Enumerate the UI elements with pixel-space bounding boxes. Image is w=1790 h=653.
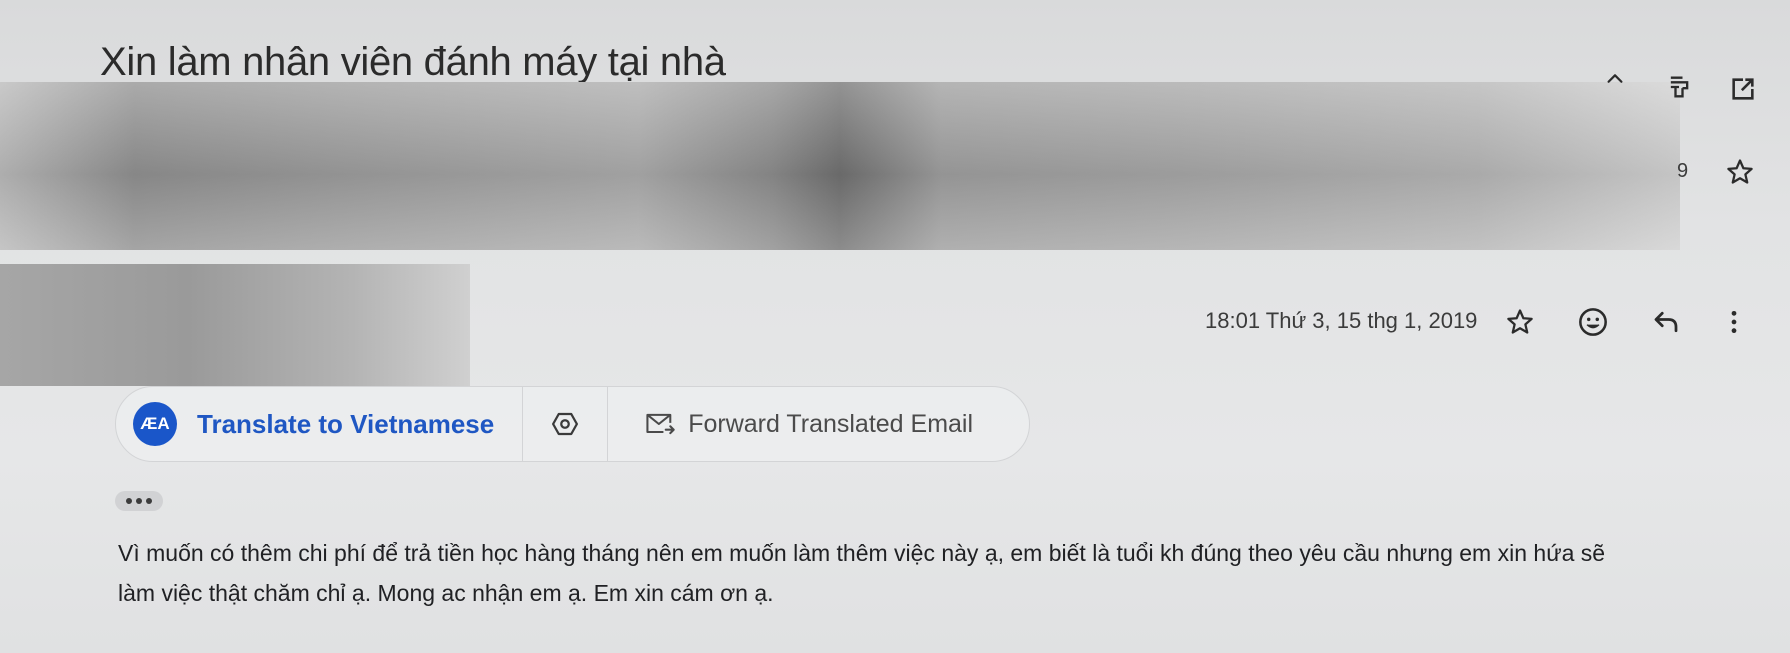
reply-button[interactable] (1648, 304, 1684, 340)
star-outline-icon (1727, 159, 1753, 184)
star-outline-icon (1507, 309, 1533, 334)
message-body: Vì muốn có thêm chi phí để trả tiền học … (118, 533, 1738, 613)
translate-icon: ÆA (133, 402, 177, 446)
settings-hex-icon (552, 412, 579, 436)
print-icon (1670, 76, 1689, 98)
redacted-sender (0, 264, 470, 386)
show-trimmed-content-button[interactable] (115, 491, 163, 511)
translate-label: Translate to Vietnamese (197, 408, 495, 439)
star-thread-button[interactable] (1722, 154, 1758, 190)
thread-count: 9 (1677, 160, 1689, 182)
translate-settings-button[interactable] (523, 387, 609, 461)
more-vert-icon (1731, 310, 1737, 334)
more-options-button[interactable] (1716, 304, 1752, 340)
translate-bar: ÆA Translate to Vietnamese Forward Trans… (115, 386, 1030, 462)
open-in-new-icon (1732, 78, 1754, 100)
forward-translated-button[interactable]: Forward Translated Email (608, 387, 973, 461)
dot (146, 498, 152, 504)
forward-translated-label: Forward Translated Email (688, 409, 974, 438)
reply-icon (1654, 311, 1678, 333)
open-new-window-button[interactable] (1726, 72, 1760, 106)
translate-button[interactable]: ÆA Translate to Vietnamese (116, 387, 524, 461)
message-timestamp: 18:01 Thứ 3, 15 thg 1, 2019 (1205, 308, 1478, 333)
print-all-button[interactable] (1662, 70, 1696, 104)
email-subject: Xin làm nhân viên đánh máy tại nhà (100, 40, 726, 84)
chevron-up-icon (1607, 74, 1623, 83)
emoji-react-button[interactable] (1575, 304, 1611, 340)
star-message-button[interactable] (1502, 304, 1538, 340)
emoji-smile-icon (1579, 308, 1607, 336)
body-line: Vì muốn có thêm chi phí để trả tiền học … (118, 540, 1606, 566)
body-line: làm việc thật chăm chỉ ạ. Mong ac nhận e… (118, 580, 774, 606)
collapse-button[interactable] (1598, 62, 1632, 96)
dot (126, 498, 132, 504)
dot (136, 498, 142, 504)
forward-email-icon (646, 413, 675, 435)
redacted-header (0, 82, 1680, 250)
